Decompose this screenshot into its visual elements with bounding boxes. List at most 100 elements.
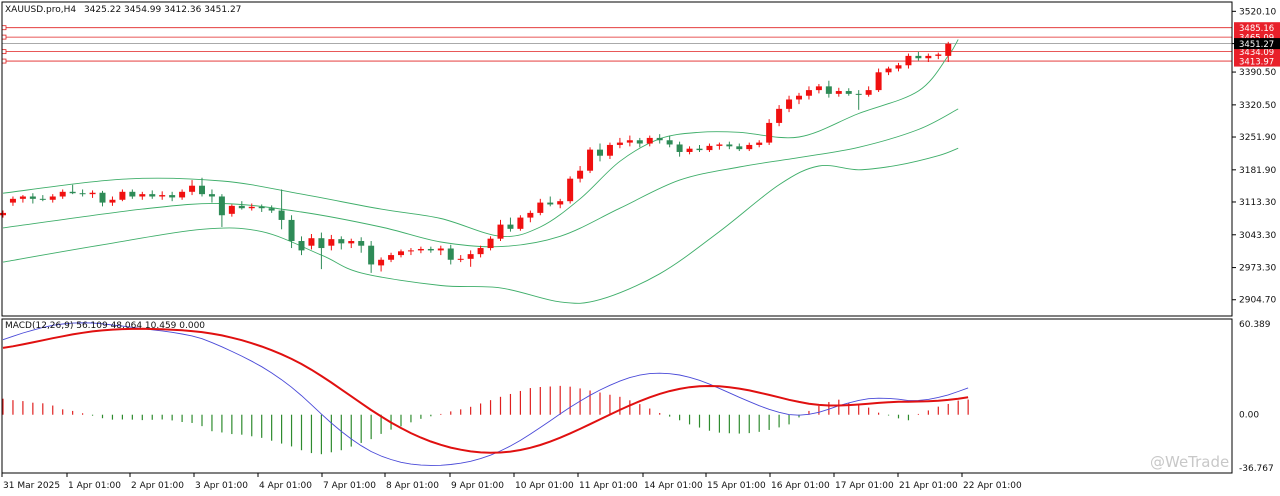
candle <box>746 142 753 152</box>
candle-body <box>238 205 245 209</box>
candle <box>805 86 812 100</box>
candle <box>248 203 255 211</box>
candle-body <box>318 238 325 249</box>
candle-body <box>199 185 205 195</box>
candle <box>208 189 215 203</box>
candle-body <box>338 239 345 244</box>
candle <box>577 166 584 183</box>
candle-body <box>676 144 683 152</box>
candle <box>835 87 842 97</box>
candle <box>258 204 265 212</box>
candle-body <box>89 192 96 195</box>
candle <box>398 249 404 258</box>
candle <box>338 236 345 250</box>
candle-body <box>756 142 763 145</box>
candle <box>109 196 116 206</box>
candle <box>497 219 504 242</box>
candle-body <box>776 108 783 123</box>
candle-body <box>865 90 872 95</box>
candle-body <box>119 191 126 200</box>
candle-body <box>706 145 713 151</box>
candle-body <box>208 194 215 197</box>
candle <box>766 119 773 145</box>
candle-body <box>398 251 404 256</box>
candle-body <box>218 196 225 216</box>
candle-body <box>348 241 355 244</box>
candle <box>547 196 554 207</box>
candle <box>716 142 723 150</box>
candle <box>179 189 186 200</box>
candle-body <box>109 199 116 203</box>
candle <box>636 137 643 148</box>
candle <box>696 144 703 152</box>
candle <box>786 95 793 113</box>
candle-body <box>189 185 196 192</box>
time-tick-label: 21 Apr 01:00 <box>899 481 958 491</box>
candle-body <box>159 195 166 197</box>
chart: 3520.10 3451.27 3390.50 3320.50 3251.90 3181.… <box>0 0 1280 492</box>
candle <box>159 191 166 200</box>
candle-body <box>457 258 464 260</box>
candle <box>49 194 56 203</box>
candle-body <box>258 206 265 209</box>
candle-body <box>298 241 305 251</box>
candle <box>885 66 892 76</box>
candle <box>139 191 146 200</box>
candle <box>796 92 802 105</box>
candle-body <box>557 201 564 205</box>
candle-body <box>656 137 663 141</box>
candle <box>676 141 683 157</box>
candle-body <box>179 191 186 198</box>
candle <box>915 51 922 61</box>
candle <box>905 53 912 69</box>
axes: 3520.10 3451.27 3390.50 3320.50 3251.90 3181.… <box>1 1 1280 491</box>
candle-body <box>915 55 922 59</box>
candle-body <box>19 196 26 199</box>
candle-body <box>49 196 56 200</box>
candle <box>467 250 474 267</box>
candle <box>626 135 633 147</box>
level-price-label: 3413.97 <box>1239 58 1274 68</box>
candle-body <box>29 196 36 199</box>
candle <box>9 196 16 206</box>
price-pane-frame <box>1 1 1233 317</box>
candle <box>616 137 623 149</box>
candle-body <box>567 178 574 202</box>
candle-body <box>855 93 862 95</box>
macd-signal-line <box>2 327 969 454</box>
candle <box>845 88 852 96</box>
time-tick-label: 10 Apr 01:00 <box>515 481 574 491</box>
candle <box>238 201 245 210</box>
candle-body <box>597 149 603 156</box>
candle-body <box>378 259 385 266</box>
candle <box>776 105 783 127</box>
candle <box>646 135 653 147</box>
candle <box>537 198 544 216</box>
price-tick-label: 3320.50 <box>1239 101 1276 111</box>
candle <box>189 180 196 196</box>
candle <box>79 189 86 197</box>
current-price-label: 3451.27 <box>1239 40 1274 50</box>
candle-body <box>606 144 613 156</box>
candle-body <box>746 144 753 150</box>
candle-body <box>696 148 703 151</box>
candle <box>358 237 365 253</box>
price-tick-label: 3113.30 <box>1239 198 1276 208</box>
level-line-handle <box>1 49 7 55</box>
time-tick-label: 15 Apr 01:00 <box>707 481 766 491</box>
candle-body <box>149 194 156 197</box>
time-tick-label: 3 Apr 01:00 <box>195 481 248 491</box>
candle <box>69 184 76 195</box>
candle-body <box>905 55 912 66</box>
candle <box>0 210 6 218</box>
candle-body <box>477 248 484 255</box>
candle-body <box>437 248 444 251</box>
candle-body <box>39 198 46 200</box>
candle-body <box>845 91 852 94</box>
candle-body <box>616 142 623 145</box>
candle <box>29 193 36 204</box>
candle <box>527 210 534 223</box>
candle-body <box>328 239 335 246</box>
price-tick-label: 3043.30 <box>1239 231 1276 241</box>
candle <box>89 190 96 198</box>
